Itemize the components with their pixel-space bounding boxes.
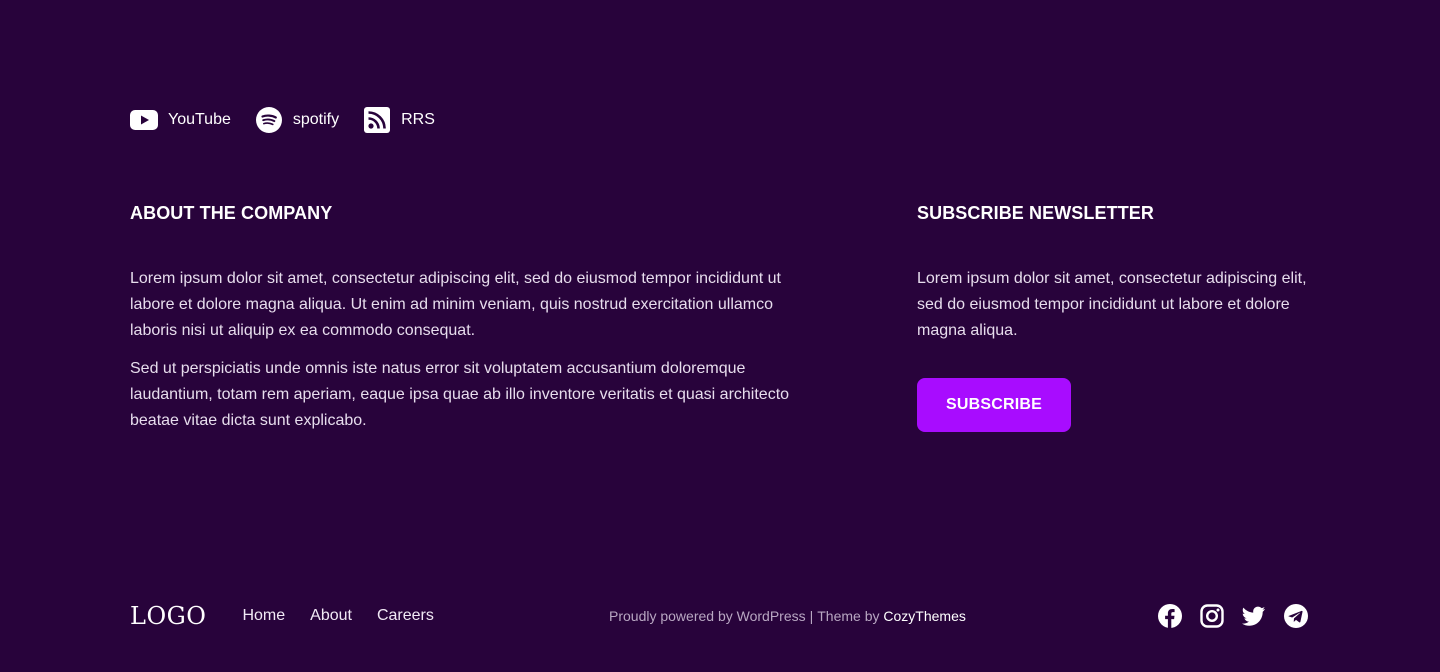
spotify-label: spotify — [292, 111, 340, 128]
youtube-link[interactable]: YouTube — [130, 106, 231, 134]
newsletter-section: SUBSCRIBE NEWSLETTER Lorem ipsum dolor s… — [917, 203, 1317, 432]
youtube-label: YouTube — [168, 111, 231, 128]
credits-separator: | — [809, 608, 814, 624]
instagram-icon[interactable] — [1200, 604, 1224, 628]
newsletter-text: Lorem ipsum dolor sit amet, consectetur … — [917, 270, 1307, 339]
footer-credits: Proudly powered by WordPress | Theme by Co… — [609, 608, 966, 624]
newsletter-heading: SUBSCRIBE NEWSLETTER — [917, 203, 1155, 223]
rss-icon — [363, 106, 391, 134]
spotify-link[interactable]: spotify — [255, 106, 339, 134]
theme-prefix: Theme by — [817, 608, 880, 624]
spotify-icon — [255, 106, 283, 134]
nav-home-link[interactable]: Home — [242, 607, 285, 625]
telegram-icon[interactable] — [1284, 604, 1308, 628]
social-links: YouTube spotify RRS — [130, 106, 435, 134]
theme-author-link[interactable]: CozyThemes — [883, 608, 965, 624]
nav-about-link[interactable]: About — [310, 607, 352, 625]
twitter-icon[interactable] — [1242, 604, 1266, 628]
nav-careers-link[interactable]: Careers — [377, 607, 434, 625]
rss-link[interactable]: RRS — [363, 106, 435, 134]
about-section: ABOUT THE COMPANY Lorem ipsum dolor sit … — [130, 203, 800, 434]
footer-social-icons — [1158, 604, 1308, 628]
logo[interactable]: LOGO — [130, 602, 206, 630]
subscribe-button[interactable]: SUBSCRIBE — [917, 378, 1071, 432]
footer-nav: Home About Careers — [242, 607, 433, 625]
youtube-icon — [130, 106, 158, 134]
powered-by-text[interactable]: Proudly powered by WordPress — [609, 608, 806, 624]
about-paragraph-1: Lorem ipsum dolor sit amet, consectetur … — [130, 270, 781, 339]
about-heading: ABOUT THE COMPANY — [130, 203, 333, 223]
about-paragraph-2: Sed ut perspiciatis unde omnis iste natu… — [130, 360, 790, 429]
footer-bar: LOGO Home About Careers Proudly powered … — [130, 598, 1308, 634]
rss-label: RRS — [401, 111, 435, 128]
facebook-icon[interactable] — [1158, 604, 1182, 628]
